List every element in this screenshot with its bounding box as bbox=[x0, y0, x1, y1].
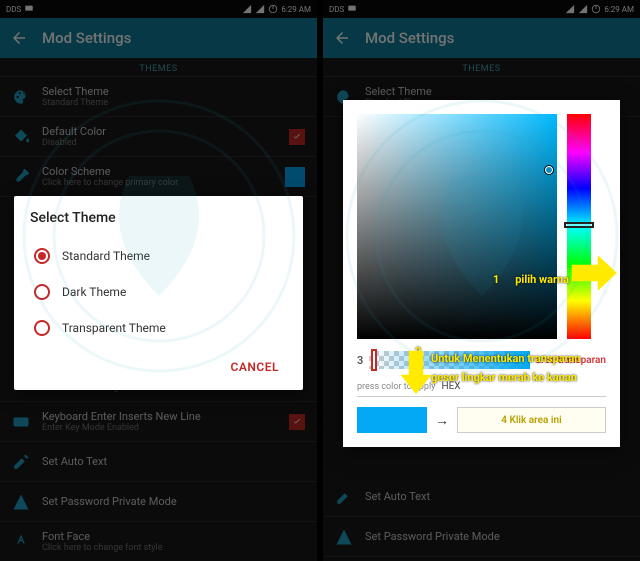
radio-dark[interactable]: Dark Theme bbox=[30, 274, 287, 310]
radio-checked-icon bbox=[34, 248, 50, 264]
step3-number: 3 bbox=[357, 354, 363, 367]
hue-cursor[interactable] bbox=[564, 222, 594, 228]
theme-dialog: Select Theme Standard Theme Dark Theme T… bbox=[14, 196, 303, 390]
phone-left: DDS 6:29 AM Mod Settings THEMES Select T… bbox=[0, 0, 317, 561]
hue-slider[interactable] bbox=[567, 114, 591, 339]
apply-color-button[interactable]: 4 Klik area ini bbox=[457, 407, 606, 433]
area-transparan-label: area transparan bbox=[536, 355, 606, 366]
phone-right: DDS 6:29 AM Mod Settings THEMES Select T… bbox=[323, 0, 640, 561]
color-picker-dialog: 3 area transparan press color to apply H… bbox=[343, 100, 620, 447]
hex-input[interactable]: press color to apply HEX bbox=[357, 377, 606, 397]
radio-unchecked-icon bbox=[34, 320, 50, 336]
sv-cursor[interactable] bbox=[545, 166, 553, 174]
current-color-swatch bbox=[357, 407, 427, 433]
saturation-value-area[interactable] bbox=[357, 114, 557, 339]
alpha-slider[interactable] bbox=[369, 351, 529, 369]
radio-unchecked-icon bbox=[34, 284, 50, 300]
radio-standard[interactable]: Standard Theme bbox=[30, 238, 287, 274]
cancel-button[interactable]: CANCEL bbox=[223, 354, 287, 380]
dialog-title: Select Theme bbox=[30, 210, 287, 226]
arrow-icon: → bbox=[435, 412, 449, 429]
alpha-cursor[interactable] bbox=[371, 349, 377, 371]
radio-transparent[interactable]: Transparent Theme bbox=[30, 310, 287, 346]
